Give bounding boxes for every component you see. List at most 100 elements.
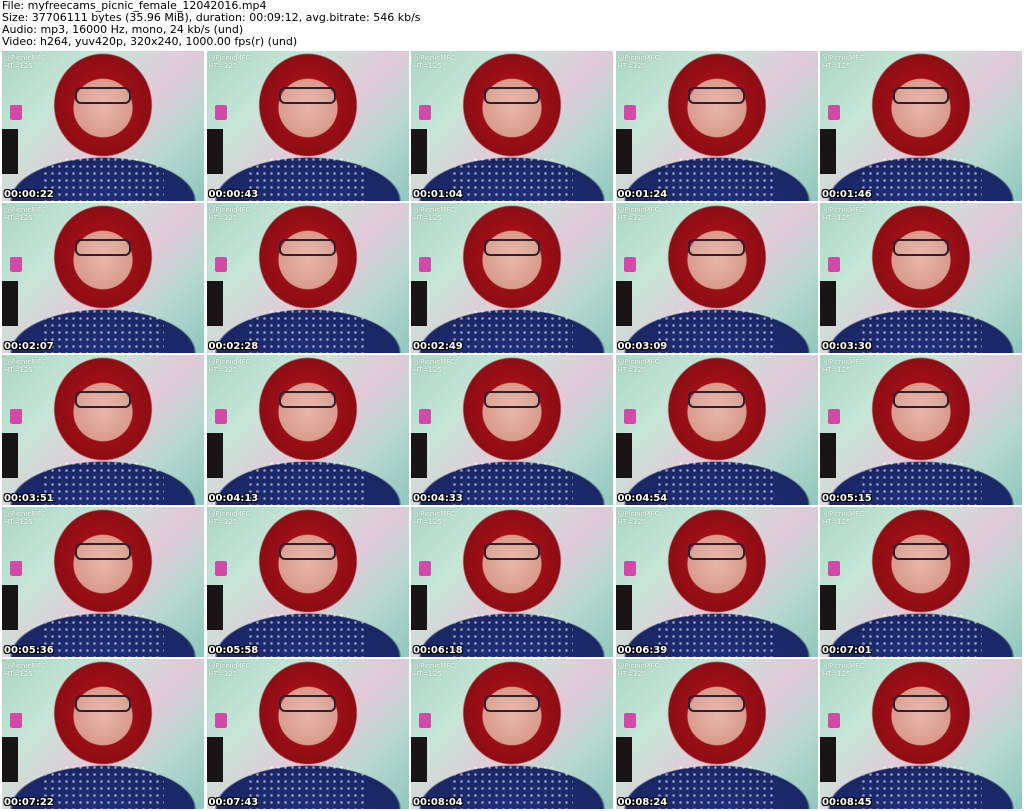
video-thumbnail: @PicnicMFC HT=125 00:08:45: [820, 659, 1022, 809]
glasses-shape: [688, 239, 745, 256]
thumbnail-watermark: @PicnicMFC HT=125: [618, 358, 660, 374]
video-thumbnail: @PicnicMFC HT=125 00:07:22: [2, 659, 204, 809]
glasses-shape: [483, 543, 541, 560]
dress-pattern: [246, 460, 369, 505]
watermark-handle: @PicnicMFC: [413, 510, 456, 518]
video-thumbnail: @PicnicMFC HT=125 00:08:04: [411, 659, 613, 809]
background-furniture: [615, 737, 632, 782]
dress-pattern: [655, 460, 778, 505]
watermark-ht: HT=125: [617, 670, 647, 678]
thumbnail-timestamp: 00:03:30: [822, 341, 872, 352]
thumbnail-watermark: @PicnicMFC HT=125: [209, 358, 251, 374]
watermark-handle: @PicnicMFC: [413, 358, 456, 366]
thumbnail-timestamp: 00:02:49: [413, 341, 463, 352]
background-furniture: [820, 129, 837, 174]
background-object: [10, 409, 23, 424]
glasses-shape: [892, 87, 950, 104]
dress-pattern: [246, 156, 369, 201]
thumbnail-watermark: @PicnicMFC HT=125: [413, 358, 455, 374]
thumbnail-watermark: @PicnicMFC HT=125: [413, 510, 455, 526]
dress-pattern: [655, 612, 778, 657]
background-object: [10, 713, 23, 728]
dress-pattern: [451, 612, 573, 657]
glasses-shape: [483, 391, 541, 408]
thumbnail-watermark: @PicnicMFC HT=125: [4, 54, 46, 70]
watermark-ht: HT=125: [4, 518, 33, 526]
dress-pattern: [860, 460, 982, 505]
thumbnail-timestamp: 00:03:09: [617, 341, 668, 352]
video-thumbnail: @PicnicMFC HT=125 00:02:49: [411, 203, 613, 353]
background-object: [623, 713, 636, 728]
glasses-shape: [74, 543, 132, 560]
thumbnail-watermark: @PicnicMFC HT=125: [4, 662, 46, 678]
background-object: [419, 713, 432, 728]
background-furniture: [2, 737, 19, 782]
thumbnail-watermark: @PicnicMFC HT=125: [4, 358, 46, 374]
watermark-handle: @PicnicMFC: [208, 206, 251, 214]
video-thumbnail: @PicnicMFC HT=125 00:05:15: [820, 355, 1022, 505]
thumbnail-timestamp: 00:00:43: [208, 189, 259, 200]
background-furniture: [411, 585, 428, 630]
thumbnail-timestamp: 00:01:24: [617, 189, 668, 200]
dress-pattern: [860, 308, 982, 353]
watermark-ht: HT=125: [822, 62, 851, 70]
video-info-line: Video: h264, yuv420p, 320x240, 1000.00 f…: [2, 36, 298, 48]
video-thumbnail: @PicnicMFC HT=125 00:08:24: [615, 659, 818, 809]
thumbnail-watermark: @PicnicMFC HT=125: [209, 54, 251, 70]
background-furniture: [206, 281, 223, 326]
dress-pattern: [655, 156, 778, 201]
glasses-shape: [892, 695, 950, 712]
thumbnail-watermark: @PicnicMFC HT=125: [618, 54, 660, 70]
watermark-handle: @PicnicMFC: [822, 54, 865, 62]
watermark-handle: @PicnicMFC: [4, 662, 47, 670]
glasses-shape: [74, 391, 132, 408]
watermark-handle: @PicnicMFC: [617, 510, 660, 518]
thumbnail-timestamp: 00:08:45: [822, 797, 872, 808]
thumbnail-timestamp: 00:07:43: [208, 797, 259, 808]
dress-pattern: [42, 460, 164, 505]
dress-pattern: [42, 764, 164, 809]
glasses-shape: [688, 695, 745, 712]
watermark-ht: HT=125: [617, 366, 647, 374]
thumbnail-timestamp: 00:02:07: [4, 341, 54, 352]
thumbnail-watermark: @PicnicMFC HT=125: [413, 206, 455, 222]
watermark-ht: HT=125: [413, 366, 442, 374]
background-furniture: [2, 585, 19, 630]
watermark-ht: HT=125: [413, 518, 442, 526]
thumbnail-watermark: @PicnicMFC HT=125: [822, 662, 864, 678]
watermark-handle: @PicnicMFC: [822, 358, 865, 366]
watermark-handle: @PicnicMFC: [617, 54, 660, 62]
background-object: [623, 409, 636, 424]
thumbnail-watermark: @PicnicMFC HT=125: [4, 206, 46, 222]
watermark-ht: HT=125: [208, 366, 238, 374]
file-name-line: File: myfreecams_picnic_female_12042016.…: [2, 0, 267, 12]
thumbnail-watermark: @PicnicMFC HT=125: [618, 206, 660, 222]
watermark-ht: HT=125: [413, 670, 442, 678]
background-furniture: [615, 281, 632, 326]
thumbnail-timestamp: 00:03:51: [4, 493, 54, 504]
dress-pattern: [42, 156, 164, 201]
background-furniture: [206, 585, 223, 630]
dress-pattern: [246, 308, 369, 353]
thumbnail-timestamp: 00:02:28: [208, 341, 259, 352]
watermark-handle: @PicnicMFC: [822, 510, 865, 518]
video-thumbnail: @PicnicMFC HT=125 00:00:22: [2, 51, 204, 201]
thumbnail-grid: @PicnicMFC HT=125 00:00:22 @PicnicMFC HT=125…: [2, 51, 1022, 809]
background-furniture: [2, 281, 19, 326]
watermark-handle: @PicnicMFC: [617, 358, 660, 366]
dress-pattern: [451, 308, 573, 353]
thumbnail-timestamp: 00:06:39: [617, 645, 668, 656]
glasses-shape: [74, 239, 132, 256]
thumbnail-timestamp: 00:08:24: [617, 797, 668, 808]
video-thumbnail: @PicnicMFC HT=125 00:07:43: [206, 659, 409, 809]
thumbnail-watermark: @PicnicMFC HT=125: [822, 54, 864, 70]
video-thumbnail: @PicnicMFC HT=125 00:01:04: [411, 51, 613, 201]
thumbnail-timestamp: 00:07:01: [822, 645, 872, 656]
background-object: [214, 409, 227, 424]
glasses-shape: [279, 695, 336, 712]
thumbnail-timestamp: 00:01:46: [822, 189, 872, 200]
thumbnail-timestamp: 00:04:54: [617, 493, 668, 504]
watermark-ht: HT=125: [208, 214, 238, 222]
watermark-handle: @PicnicMFC: [4, 54, 47, 62]
background-furniture: [206, 737, 223, 782]
